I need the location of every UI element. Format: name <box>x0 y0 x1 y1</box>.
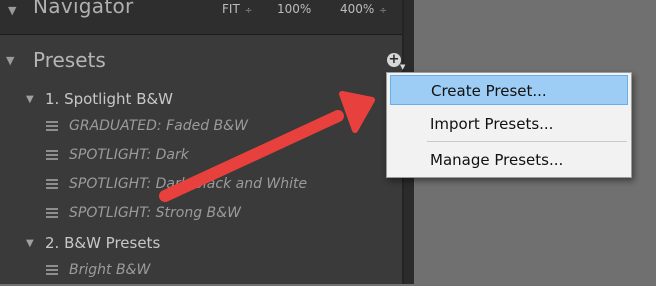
folder-label: 2. B&W Presets <box>45 234 161 252</box>
presets-context-menu: Create Preset... Import Presets... Manag… <box>386 72 632 178</box>
navigator-title: Navigator <box>33 0 134 18</box>
collapse-triangle-icon[interactable]: ▼ <box>6 55 14 66</box>
collapse-triangle-icon[interactable]: ▼ <box>26 94 34 105</box>
preset-item[interactable]: Bright B&W <box>0 258 402 286</box>
left-panel: ▼ Navigator FIT ÷ 100% 400% ÷ ▼ Presets ▼ … <box>0 0 404 284</box>
preset-list-icon <box>46 150 58 163</box>
collapse-triangle-icon[interactable]: ▼ <box>8 5 16 16</box>
preset-item[interactable]: SPOTLIGHT: Strong B&W <box>0 201 402 229</box>
preset-label: GRADUATED: Faded B&W <box>69 118 248 134</box>
preset-list-icon <box>46 265 58 278</box>
preset-label: Bright B&W <box>69 262 151 278</box>
preset-list-icon <box>46 121 58 134</box>
preset-label: SPOTLIGHT: Strong B&W <box>69 205 241 221</box>
select-arrows-icon: ÷ <box>244 6 253 16</box>
navigator-header[interactable]: ▼ Navigator FIT ÷ 100% 400% ÷ <box>0 0 402 35</box>
presets-header[interactable]: ▼ Presets <box>0 35 402 85</box>
zoom-fit-option[interactable]: FIT ÷ <box>222 2 252 16</box>
preset-folder-2[interactable]: ▼ 2. B&W Presets <box>0 230 402 258</box>
preset-list-icon <box>46 179 58 192</box>
menu-item-import-presets[interactable]: Import Presets... <box>390 109 628 139</box>
preset-item[interactable]: SPOTLIGHT: Dark Black and White <box>0 172 402 200</box>
preset-item[interactable]: GRADUATED: Faded B&W <box>0 114 402 142</box>
preset-label: SPOTLIGHT: Dark <box>69 147 189 163</box>
preset-label: SPOTLIGHT: Dark Black and White <box>69 176 308 192</box>
preset-list-icon <box>46 208 58 221</box>
preset-item[interactable]: SPOTLIGHT: Dark <box>0 143 402 171</box>
folder-label: 1. Spotlight B&W <box>45 90 174 108</box>
presets-title: Presets <box>33 48 106 72</box>
collapse-triangle-icon[interactable]: ▼ <box>26 238 34 249</box>
preset-folder-1[interactable]: ▼ 1. Spotlight B&W <box>0 86 402 114</box>
menu-item-manage-presets[interactable]: Manage Presets... <box>390 145 628 175</box>
menu-separator <box>427 141 627 142</box>
select-arrows-icon: ÷ <box>379 6 387 16</box>
menu-item-create-preset[interactable]: Create Preset... <box>390 75 628 105</box>
zoom-100-option[interactable]: 100% <box>277 2 311 16</box>
zoom-400-option[interactable]: 400% ÷ <box>340 2 387 16</box>
plus-circle-icon[interactable]: + ▼ <box>387 53 405 71</box>
